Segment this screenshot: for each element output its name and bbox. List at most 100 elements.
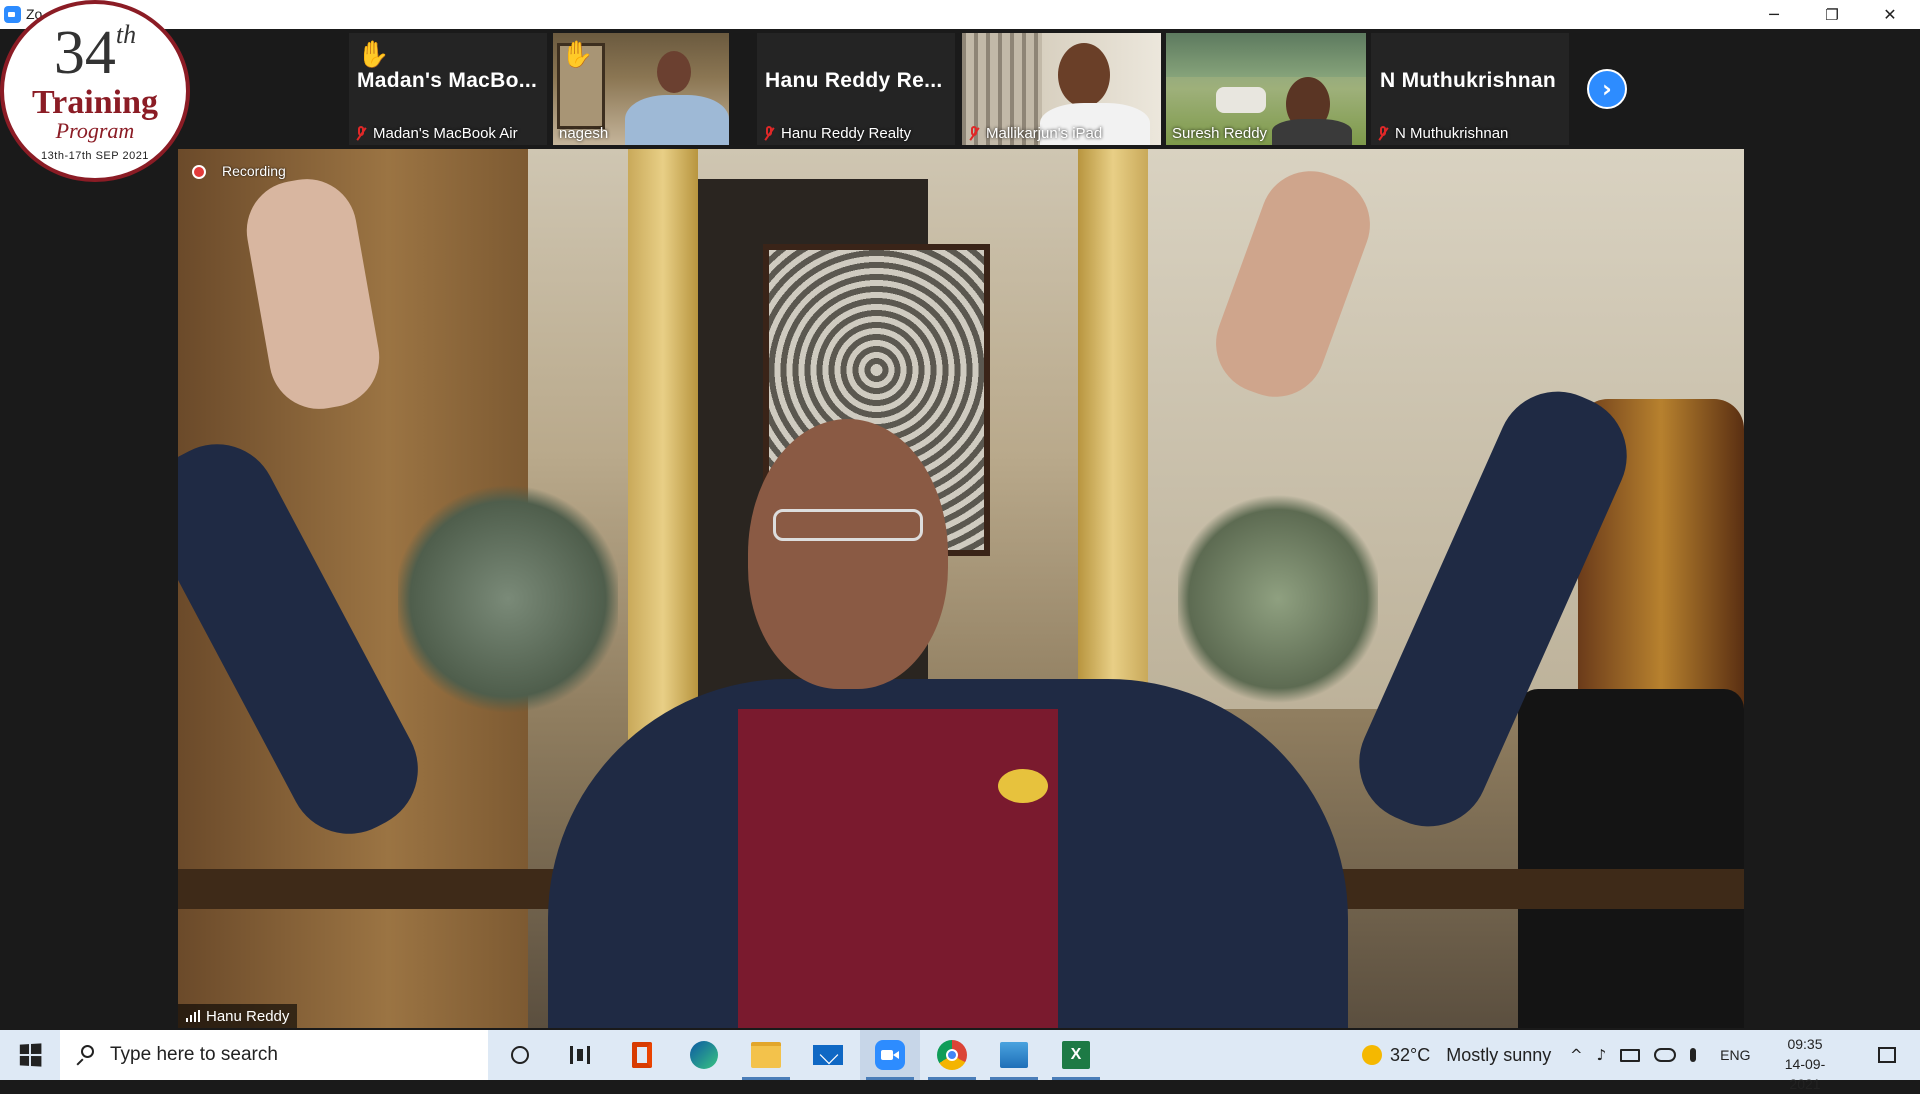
logo-number: 34th [4,19,186,87]
participant-tile[interactable]: Hanu Reddy Re... Hanu Reddy Realty [757,33,955,145]
chevron-right-icon: › [1602,75,1612,103]
participant-name: Suresh Reddy [1172,125,1268,142]
photos-app-button[interactable] [984,1030,1044,1080]
participant-tile[interactable]: N Muthukrishnan N Muthukrishnan [1371,33,1569,145]
cow-shape [1216,87,1266,113]
curtain-left-shape [628,149,698,789]
microphone-icon[interactable] [1690,1048,1697,1062]
raised-hand-icon: ✋ [357,39,390,69]
participant-tile[interactable]: ✋ Madan's MacBo... Madan's MacBook Air [349,33,547,145]
volume-icon[interactable]: ♪ [1597,1046,1607,1064]
chrome-app-button[interactable] [922,1030,982,1080]
mail-icon [813,1045,843,1065]
participant-caption: N Muthukrishnan [1377,125,1508,142]
logo-subtitle: Program [55,118,135,143]
participant-name: Mallikarjun's iPad [986,125,1103,142]
participant-shirt [1272,119,1352,145]
participant-tile[interactable]: Mallikarjun's iPad [962,33,1161,145]
zoom-app-icon [4,6,21,23]
mic-muted-icon [355,126,367,141]
edge-icon [690,1041,718,1069]
search-icon [76,1045,96,1065]
tree-shape [1166,33,1366,77]
participant-name: N Muthukrishnan [1395,125,1509,142]
participant-name: Madan's MacBook Air [373,125,518,142]
participant-tile[interactable]: ✋ nagesh [553,33,729,145]
taskbar: X 32°C Mostly sunny ^ ♪ ENG 09:35 14-09-… [0,1030,1920,1092]
next-page-button[interactable]: › [1587,69,1627,109]
search-input[interactable] [108,1043,452,1067]
system-tray: ^ ♪ ENG [1570,1030,1751,1080]
participant-caption: Madan's MacBook Air [355,125,518,142]
mic-muted-icon [763,126,775,141]
mic-muted-icon [1377,126,1389,141]
weather-widget[interactable]: 32°C Mostly sunny [1362,1030,1551,1080]
participant-display-name: Hanu Reddy Re... [765,69,943,92]
logo-suffix: th [115,20,137,49]
close-button[interactable]: ✕ [1861,0,1919,29]
excel-icon: X [1062,1041,1090,1069]
lapel-pin-shape [998,769,1048,803]
minimize-button[interactable]: ─ [1745,0,1803,29]
participant-caption: Mallikarjun's iPad [968,125,1102,142]
participant-display-name: N Muthukrishnan [1380,69,1556,92]
meeting-area: ✋ Madan's MacBo... Madan's MacBook Air ✋… [0,29,1920,1030]
start-button[interactable] [0,1030,60,1080]
chrome-icon [937,1040,967,1070]
participant-caption: nagesh [559,125,608,142]
plant-right-shape [1178,489,1378,709]
logo-number-text: 34 [53,19,116,87]
zoom-icon [875,1040,905,1070]
participant-caption: Hanu Reddy Realty [763,125,911,142]
speaker-name-tag: Hanu Reddy [178,1004,298,1028]
folder-icon [751,1042,781,1068]
person-glasses-shape [773,509,923,541]
speaker-name: Hanu Reddy [206,1007,290,1025]
mail-app-button[interactable] [798,1030,858,1080]
recording-label: Recording [222,163,286,179]
participant-name: Hanu Reddy Realty [781,125,912,142]
plant-left-shape [398,479,618,719]
logo-dates: 13th-17th SEP 2021 [41,150,149,162]
raised-hand-icon: ✋ [561,39,594,69]
weather-description: Mostly sunny [1446,1044,1552,1065]
task-view-icon [570,1046,590,1064]
windows-icon [19,1043,42,1067]
file-explorer-button[interactable] [736,1030,796,1080]
participant-face [1058,43,1110,107]
signal-strength-icon [186,1010,200,1022]
office-icon [632,1042,652,1068]
recording-indicator-icon [192,165,206,179]
edge-app-button[interactable] [674,1030,734,1080]
participant-name: nagesh [559,125,609,142]
chair-right-shape [1518,689,1744,1028]
cortana-button[interactable] [490,1030,550,1080]
restore-button[interactable]: ❐ [1803,0,1861,29]
taskbar-search[interactable] [60,1030,488,1080]
participant-caption: Suresh Reddy [1172,125,1267,142]
office-app-button[interactable] [612,1030,672,1080]
person-shirt-shape [738,709,1058,1028]
task-view-button[interactable] [550,1030,610,1080]
zoom-app-button[interactable] [860,1030,920,1080]
participant-tile[interactable]: Suresh Reddy [1166,33,1366,145]
active-speaker-video[interactable]: Recording Hanu Reddy [178,149,1744,1028]
language-indicator[interactable]: ENG [1720,1047,1750,1063]
taskbar-clock[interactable]: 09:35 14-09-2021 [1770,1034,1840,1094]
excel-app-button[interactable]: X [1046,1030,1106,1080]
cloud-icon[interactable] [1654,1048,1677,1062]
battery-icon[interactable] [1620,1048,1641,1062]
clock-date: 14-09-2021 [1784,1056,1826,1092]
partly-sunny-icon [1362,1045,1382,1065]
notification-icon [1878,1047,1896,1063]
chevron-up-icon[interactable]: ^ [1570,1046,1583,1064]
event-logo: 34th Training Program 13th-17th SEP 2021 [0,0,190,182]
weather-temperature: 32°C [1390,1044,1431,1065]
person-head-shape [748,419,948,689]
photos-icon [1000,1042,1028,1068]
logo-title: Training [32,84,158,121]
cortana-icon [511,1046,529,1064]
participant-face [657,51,691,93]
notifications-button[interactable] [1862,1030,1912,1080]
mic-muted-icon [968,126,980,141]
